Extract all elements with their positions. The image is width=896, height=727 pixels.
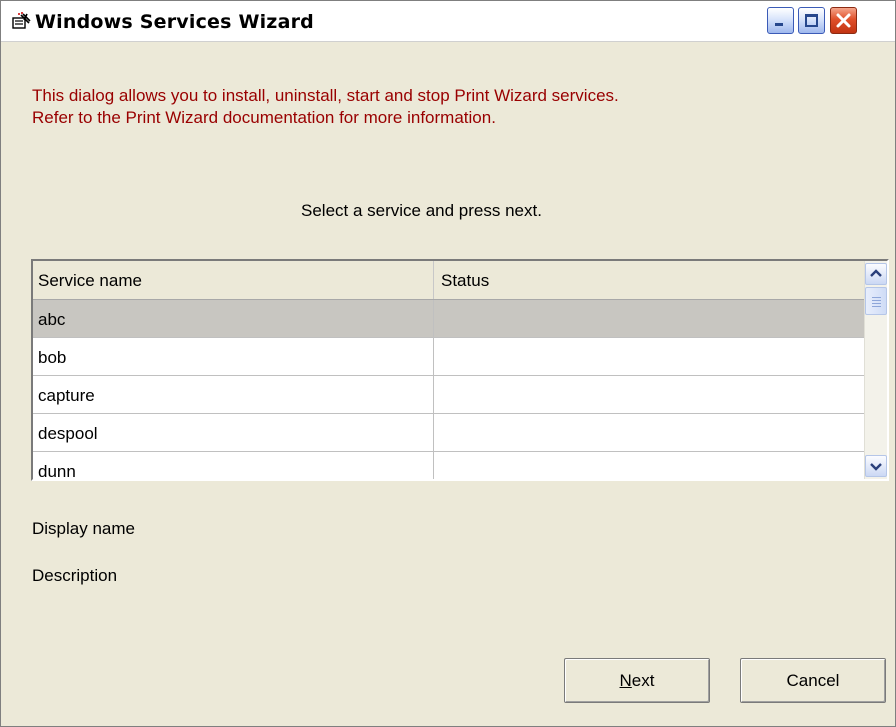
title-bar[interactable]: Windows Services Wizard	[1, 1, 895, 42]
description-label: Description	[32, 566, 118, 585]
minimize-icon	[775, 23, 783, 26]
chevron-down-icon	[870, 463, 882, 471]
table-row[interactable]: despool	[33, 414, 867, 452]
cancel-button[interactable]: Cancel	[740, 658, 886, 703]
grip-line	[872, 297, 881, 298]
maximize-button[interactable]	[798, 7, 825, 34]
next-button[interactable]: Next	[564, 658, 710, 703]
scroll-up-button[interactable]	[865, 263, 887, 285]
intro-text: This dialog allows you to install, unins…	[32, 85, 619, 129]
chevron-up-icon	[870, 269, 882, 277]
service-name-cell: abc	[33, 300, 434, 338]
services-wizard-icon	[12, 12, 31, 29]
close-button[interactable]	[830, 7, 857, 34]
table-row[interactable]: dunn	[33, 452, 867, 479]
status-cell	[434, 338, 867, 376]
service-name-cell: dunn	[33, 452, 434, 479]
maximize-icon	[805, 14, 818, 27]
display-name-label: Display name	[32, 519, 135, 538]
service-name-cell: despool	[33, 414, 434, 452]
instruction-text: Select a service and press next.	[301, 201, 542, 220]
minimize-button[interactable]	[767, 7, 794, 34]
vertical-scrollbar[interactable]	[864, 261, 887, 479]
status-cell	[434, 376, 867, 414]
services-list[interactable]: Service name Status abc bob capture desp…	[31, 259, 889, 481]
intro-line-2: Refer to the Print Wizard documentation …	[32, 108, 496, 127]
close-icon	[836, 13, 851, 28]
status-cell	[434, 414, 867, 452]
wizard-window: Windows Services Wizard This dialog allo…	[0, 0, 896, 727]
column-header-service-name[interactable]: Service name	[33, 261, 434, 299]
table-row[interactable]: bob	[33, 338, 867, 376]
grip-line	[872, 306, 881, 307]
status-cell	[434, 300, 867, 338]
service-name-cell: bob	[33, 338, 434, 376]
grip-line	[872, 300, 881, 301]
column-header-status[interactable]: Status	[434, 261, 867, 299]
list-header: Service name Status	[33, 261, 867, 300]
scroll-down-button[interactable]	[865, 455, 887, 477]
scroll-thumb[interactable]	[865, 287, 887, 315]
next-mnemonic: N	[619, 670, 632, 690]
service-name-cell: capture	[33, 376, 434, 414]
status-cell	[434, 452, 867, 479]
next-label-rest: ext	[631, 670, 655, 690]
intro-line-1: This dialog allows you to install, unins…	[32, 86, 619, 105]
table-row[interactable]: abc	[33, 300, 867, 338]
table-row[interactable]: capture	[33, 376, 867, 414]
window-title: Windows Services Wizard	[35, 11, 314, 33]
grip-line	[872, 303, 881, 304]
